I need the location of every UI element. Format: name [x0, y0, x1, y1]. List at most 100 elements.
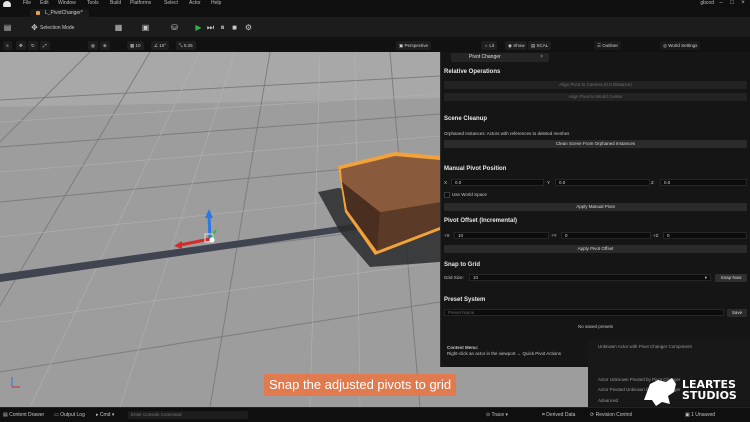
manual-pivot-title: Manual Pivot Position [444, 166, 507, 172]
offset-y-field[interactable]: 0 [561, 232, 651, 239]
trace-label: Trace [491, 412, 505, 418]
stop-icon[interactable]: ■ [230, 23, 239, 32]
transform-scale-icon[interactable]: ⤢ [40, 41, 50, 50]
cinematics-icon[interactable]: ▣ [141, 23, 150, 32]
close-tab-icon[interactable]: × [540, 53, 543, 62]
details-row[interactable]: Unknown Actor with Pivot Changer Compone… [598, 343, 692, 350]
use-world-space-checkbox[interactable] [444, 192, 450, 198]
save-icon[interactable]: ▤ [3, 23, 12, 32]
minimize-icon[interactable]: – [718, 0, 724, 6]
mode-icon[interactable]: ✥ [30, 23, 39, 32]
perspective-label: Perspective [404, 43, 429, 48]
scale-snap-label: 0.25 [183, 43, 193, 48]
menu-select[interactable]: Select [164, 0, 178, 7]
manual-x-field[interactable]: 0.0 [451, 179, 544, 186]
cmd-dropdown[interactable]: ▸ Cmd ▾ [96, 411, 114, 420]
menu-edit[interactable]: Edit [40, 0, 49, 7]
use-world-space-label: Use World Space [452, 192, 487, 197]
outliner-label: Outliner [602, 43, 619, 48]
console-command-input[interactable]: Enter Console Command [128, 411, 248, 419]
content-drawer-button[interactable]: ▤ Content Drawer [3, 411, 44, 420]
play-icon[interactable]: ▶ [194, 23, 203, 32]
grid-size-dropdown[interactable]: 10 ▾ [469, 274, 711, 281]
menu-platforms[interactable]: Platforms [130, 0, 151, 7]
grid-snap-value[interactable]: ▦ 10 [127, 41, 144, 50]
selection-mode-dropdown[interactable]: Selection Mode [40, 24, 74, 32]
unsaved-indicator[interactable]: ▣ 1 Unsaved [685, 411, 715, 420]
align-pivot-camera-button[interactable]: Align Pivot to Camera (0.0 Distance) [444, 81, 747, 89]
level-icon [36, 11, 40, 15]
trace-button[interactable]: ⊙ Trace ▾ [486, 411, 508, 420]
manual-z-label: Z [651, 180, 654, 185]
offset-z-label: +Z [653, 233, 659, 238]
world-settings-label: World Settings [668, 43, 698, 48]
manual-y-field[interactable]: 0.0 [555, 179, 650, 186]
level-tab-row: L_PivotChanger* [0, 7, 750, 18]
maximize-icon[interactable]: □ [729, 0, 735, 6]
pause-icon[interactable]: ⏸ [218, 23, 227, 32]
manual-y-label: Y [547, 180, 551, 185]
surface-snap-icon[interactable]: ⊕ [100, 41, 110, 50]
menu-tools[interactable]: Tools [87, 0, 99, 7]
pivot-changer-tab[interactable]: Pivot Changer × [451, 53, 549, 62]
offset-x-label: +X [444, 233, 450, 238]
lit-label: Lit [489, 43, 495, 48]
output-log-label: Output Log [60, 412, 85, 418]
apply-manual-pivot-button[interactable]: Apply Manual Pivot [444, 203, 747, 211]
pivot-offset-title: Pivot Offset (Incremental) [444, 218, 518, 224]
close-window-icon[interactable]: × [740, 0, 746, 6]
menu-window[interactable]: Window [58, 0, 76, 7]
save-preset-button[interactable]: Save [727, 309, 747, 317]
account-name[interactable]: gbcod [700, 0, 714, 7]
menu-actor[interactable]: Actor [189, 0, 201, 7]
content-drawer-label: Content Drawer [9, 412, 45, 418]
scalability-label: SCAL [536, 43, 549, 48]
step-icon[interactable]: ⏭ [206, 23, 215, 32]
blueprint-icon[interactable]: ▦ [114, 23, 123, 32]
build-icon[interactable]: ⛁ [170, 23, 179, 32]
menu-build[interactable]: Build [110, 0, 121, 7]
grid-snap-label: 10 [135, 43, 141, 48]
scalability-dropdown[interactable]: ▤ SCAL [528, 41, 552, 50]
perspective-dropdown[interactable]: ▣ Perspective [396, 41, 432, 50]
menu-help[interactable]: Help [211, 0, 221, 7]
offset-z-field[interactable]: 0 [663, 232, 747, 239]
show-dropdown[interactable]: ◉ Show [505, 41, 528, 50]
advanced-section[interactable]: Advanced [598, 397, 618, 404]
rotation-snap-value[interactable]: ∠ 10° [151, 41, 170, 50]
snap-to-grid-title: Snap to Grid [444, 262, 480, 268]
snap-now-button[interactable]: Snap Now [715, 274, 747, 282]
manual-z-field[interactable]: 0.0 [660, 179, 747, 186]
rotation-snap-label: 10° [159, 43, 167, 48]
grid-size-value: 10 [473, 275, 479, 280]
transform-move-icon[interactable]: ✥ [16, 41, 26, 50]
output-log-button[interactable]: ▭ Output Log [54, 411, 85, 420]
chevron-down-icon: ▾ [704, 275, 707, 280]
snap-now-label: Snap Now [720, 275, 742, 280]
revision-control-button[interactable]: ⟳ Revision Control [590, 411, 632, 420]
unsaved-label: 1 Unsaved [691, 412, 716, 418]
outliner-tab[interactable]: ☰ Outliner [594, 41, 622, 50]
main-toolbar: ▤ ✥ Selection Mode ▦ ▣ ⛁ ▶ ⏭ ⏸ ■ ⚙ [0, 18, 750, 38]
lion-logo-icon [644, 378, 676, 406]
clean-orphaned-button[interactable]: Clean Scene From Orphaned Instances [444, 140, 747, 148]
lit-dropdown[interactable]: ☼ Lit [481, 41, 498, 50]
level-tab-label: L_PivotChanger* [45, 10, 83, 16]
no-presets-text: No saved presets [577, 324, 614, 329]
world-settings-tab[interactable]: ◎ World Settings [660, 41, 701, 50]
outliner-header: ☰ Outliner ◎ World Settings [588, 39, 750, 52]
watermark-line-2: STUDIOS [682, 389, 737, 402]
transform-rotate-icon[interactable]: ↻ [28, 41, 38, 50]
platform-icon[interactable]: ⚙ [244, 23, 253, 32]
scale-snap-value[interactable]: ⤡ 0.25 [176, 41, 196, 50]
viewport-menu-icon[interactable]: ≡ [3, 41, 12, 50]
world-local-icon[interactable]: ◍ [88, 41, 98, 50]
menu-file[interactable]: File [23, 0, 31, 7]
apply-pivot-offset-button[interactable]: Apply Pivot Offset [444, 245, 747, 253]
offset-x-field[interactable]: 10 [454, 232, 549, 239]
leartes-studios-logo: LEARTES STUDIOS [640, 370, 750, 410]
preset-name-input[interactable]: Preset Name [444, 309, 724, 316]
relative-operations-title: Relative Operations [444, 69, 501, 75]
derived-data-button[interactable]: ⌗ Derived Data [542, 411, 575, 420]
align-pivot-world-button[interactable]: Align Pivot to World Center [444, 93, 747, 101]
